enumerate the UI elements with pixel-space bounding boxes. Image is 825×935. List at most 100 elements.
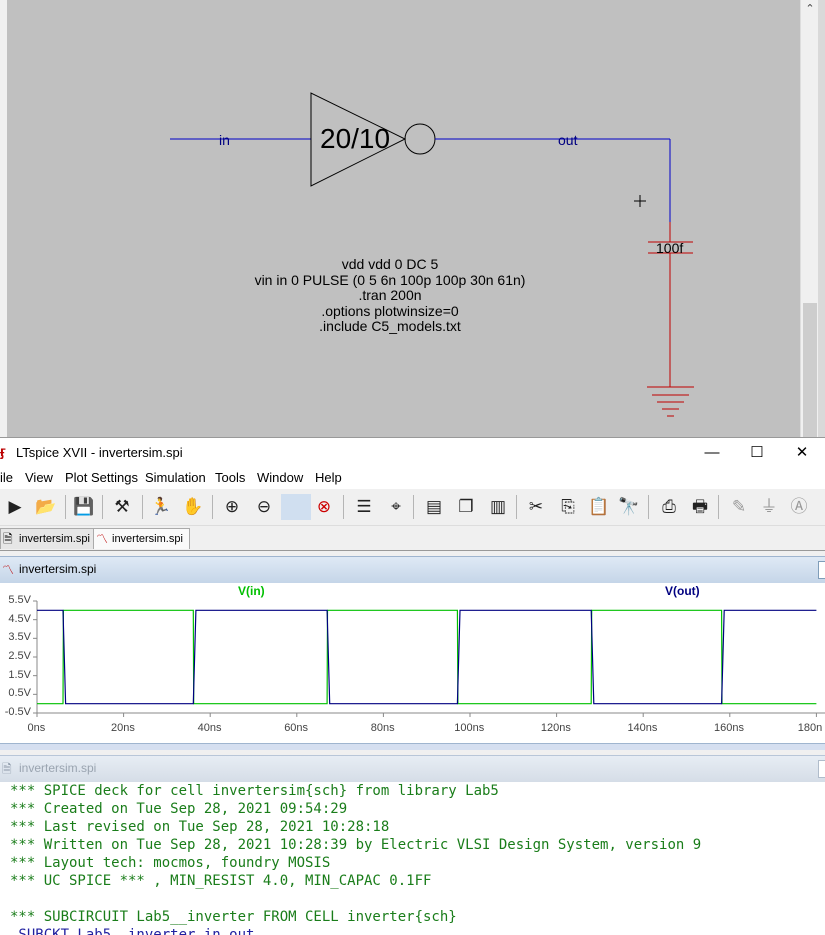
tab-netlist[interactable]: 🗎 invertersim.spi bbox=[0, 528, 97, 549]
net-label-out: out bbox=[558, 132, 578, 148]
document-icon: 🗎 bbox=[3, 532, 13, 546]
pencil-icon[interactable]: ✎ bbox=[726, 494, 752, 520]
waveform-plot[interactable]: V(in) V(out) 5.5V 4.5V 3.5V 2.5V 1.5V 0.5V -0.… bbox=[0, 583, 825, 743]
y-tick-label: 0.5V bbox=[8, 687, 31, 700]
x-tick-label: 20ns bbox=[111, 722, 135, 734]
zoom-cancel-icon[interactable]: ⊗ bbox=[311, 494, 337, 520]
netlist-line: *** Last revised on Tue Sep 28, 2021 10:… bbox=[10, 819, 390, 835]
spice-directive-line: vdd vdd 0 DC 5 bbox=[341, 256, 439, 272]
copy-icon[interactable]: ⎘ bbox=[555, 494, 581, 520]
x-tick-label: 160ns bbox=[714, 722, 745, 734]
spice-directive-line: .options plotwinsize=0 bbox=[321, 302, 459, 319]
zoom-box-icon[interactable] bbox=[281, 494, 311, 520]
window-edge bbox=[818, 0, 825, 437]
spice-directive-line: .tran 200n bbox=[358, 287, 422, 303]
netlist-line: *** Created on Tue Sep 28, 2021 09:54:29 bbox=[10, 801, 348, 817]
y-tick-label: -0.5V bbox=[4, 706, 31, 718]
cut-icon[interactable]: ✂ bbox=[523, 494, 549, 520]
x-tick-label: 40ns bbox=[197, 722, 222, 734]
zoom-in-icon[interactable]: ⊕ bbox=[219, 494, 245, 520]
spice-directive-line: .include C5_models.txt bbox=[319, 318, 461, 334]
inverter-bubble bbox=[404, 123, 436, 155]
trace-vin bbox=[37, 609, 817, 705]
y-tick-label: 4.5V bbox=[8, 612, 31, 625]
netlist-pane-title: invertersim.spi bbox=[19, 761, 97, 775]
running-man-icon[interactable]: 🏃 bbox=[148, 494, 174, 520]
menu-tools[interactable]: Tools bbox=[215, 470, 245, 485]
cascade-icon[interactable]: ❐ bbox=[453, 494, 479, 520]
find-icon[interactable]: 🔭 bbox=[616, 494, 642, 520]
menu-view[interactable]: View bbox=[25, 470, 53, 485]
maximize-button[interactable]: ☐ bbox=[734, 438, 780, 468]
netlist-pane-header[interactable]: 🗎 invertersim.spi bbox=[0, 755, 825, 783]
marker-icon[interactable]: ⌖ bbox=[383, 494, 409, 520]
waveform-icon: 〽 bbox=[96, 532, 109, 546]
save-icon[interactable]: 💾 bbox=[71, 494, 97, 520]
netlist-line: .SUBCKT Lab5__inverter in out bbox=[10, 927, 255, 935]
x-tick-label: 180n bbox=[797, 722, 823, 734]
hand-icon[interactable]: ✋ bbox=[180, 494, 206, 520]
tab-label: invertersim.spi bbox=[19, 533, 90, 545]
hammer-icon[interactable]: ⚒ bbox=[109, 494, 135, 520]
y-tick-label: 5.5V bbox=[8, 594, 31, 606]
trace-vout bbox=[37, 609, 817, 705]
print-preview-icon[interactable]: ⎙ bbox=[656, 494, 682, 520]
waveform-icon: 〽 bbox=[2, 563, 15, 577]
schematic-canvas[interactable]: in out 20/10 100f bbox=[7, 0, 800, 437]
label-icon[interactable]: Ⓐ bbox=[786, 494, 812, 520]
menu-file[interactable]: ile bbox=[0, 470, 13, 485]
plot-pane-title: invertersim.spi bbox=[19, 562, 97, 576]
x-tick-label: 120ns bbox=[540, 722, 571, 734]
scroll-up-icon[interactable]: ⌃ bbox=[801, 2, 819, 15]
cap-value-label: 100f bbox=[656, 240, 683, 256]
tab-waveform[interactable]: 〽 invertersim.spi bbox=[93, 528, 190, 549]
plot-pane-header[interactable]: 〽 invertersim.spi bbox=[0, 556, 825, 584]
pane-restore-button[interactable] bbox=[818, 760, 825, 778]
y-tick-label: 2.5V bbox=[8, 650, 31, 662]
ltspice-app-icon[interactable]: ӻ bbox=[0, 443, 11, 461]
x-tick-label: 140ns bbox=[627, 722, 658, 734]
open-icon[interactable]: 📂 bbox=[33, 494, 59, 520]
scrollbar-thumb[interactable] bbox=[803, 303, 817, 437]
pane-splitter[interactable] bbox=[0, 743, 825, 750]
x-tick-label: 60ns bbox=[284, 722, 309, 734]
minimize-button[interactable]: — bbox=[689, 438, 735, 468]
zoom-out-icon[interactable]: ⊖ bbox=[251, 494, 277, 520]
menu-plot-settings[interactable]: Plot Settings bbox=[65, 470, 138, 485]
title-bar: ӻ LTspice XVII - invertersim.spi — ☐ ✕ bbox=[0, 437, 825, 468]
autorange-icon[interactable]: ☰ bbox=[351, 494, 377, 520]
menu-window[interactable]: Window bbox=[257, 470, 303, 485]
y-tick-label: 3.5V bbox=[8, 631, 31, 644]
tile-vertical-icon[interactable]: ▥ bbox=[485, 494, 511, 520]
menu-bar: ile View Plot Settings Simulation Tools … bbox=[0, 467, 825, 489]
schematic-vertical-scrollbar[interactable]: ⌃ bbox=[800, 0, 819, 437]
x-tick-label: 0ns bbox=[27, 722, 46, 734]
netlist-line: *** SUBCIRCUIT Lab5__inverter FROM CELL … bbox=[10, 909, 457, 925]
menu-help[interactable]: Help bbox=[315, 470, 342, 485]
run-icon[interactable]: ▶ bbox=[2, 494, 28, 520]
plot-axis-frame bbox=[36, 601, 825, 714]
tile-horizontal-icon[interactable]: ▤ bbox=[421, 494, 447, 520]
document-tab-bar: 🗎 invertersim.spi 〽 invertersim.spi bbox=[0, 526, 825, 551]
inverter-size-label: 20/10 bbox=[320, 123, 390, 154]
y-tick-label: 1.5V bbox=[8, 668, 31, 681]
schematic-window: in out 20/10 100f vdd vdd 0 DC 5 vin in … bbox=[0, 0, 825, 437]
close-button[interactable]: ✕ bbox=[779, 438, 825, 468]
ground-icon[interactable]: ⏚ bbox=[756, 494, 782, 520]
netlist-line: *** UC SPICE *** , MIN_RESIST 4.0, MIN_C… bbox=[10, 873, 432, 889]
document-icon: 🗎 bbox=[2, 762, 12, 776]
schematic-drawing: in out 20/10 100f bbox=[170, 92, 694, 417]
netlist-line: *** Written on Tue Sep 28, 2021 10:28:39… bbox=[10, 837, 702, 853]
menu-simulation[interactable]: Simulation bbox=[145, 470, 206, 485]
netlist-editor[interactable]: *** SPICE deck for cell invertersim{sch}… bbox=[0, 782, 825, 935]
print-icon[interactable]: 🖶 bbox=[687, 494, 713, 520]
x-tick-label: 100ns bbox=[454, 722, 485, 734]
window-title: LTspice XVII - invertersim.spi bbox=[16, 445, 183, 460]
spice-directive-line: vin in 0 PULSE (0 5 6n 100p 100p 30n 61n… bbox=[254, 271, 526, 288]
paste-icon[interactable]: 📋 bbox=[586, 494, 612, 520]
netlist-line: *** Layout tech: mocmos, foundry MOSIS bbox=[10, 855, 331, 871]
pane-restore-button[interactable] bbox=[818, 561, 825, 579]
net-label-in: in bbox=[219, 132, 230, 148]
waveform-svg bbox=[33, 600, 825, 717]
spice-directives: vdd vdd 0 DC 5 vin in 0 PULSE (0 5 6n 10… bbox=[200, 256, 580, 335]
